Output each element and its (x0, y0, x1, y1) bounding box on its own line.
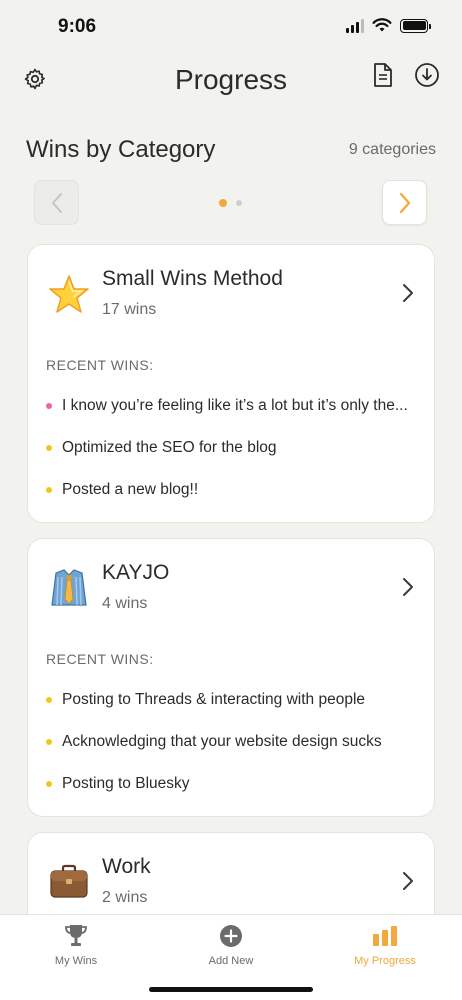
list-item[interactable]: I know you’re feeling like it’s a lot bu… (46, 397, 418, 415)
list-item[interactable]: Acknowledging that your website design s… (46, 733, 418, 751)
bullet (46, 403, 52, 409)
recent-wins-label: RECENT WINS: (46, 651, 154, 667)
next-page-button[interactable] (382, 180, 427, 225)
status-bar: 9:06 (0, 0, 462, 52)
previous-page-button[interactable] (34, 180, 79, 225)
page-dot-active (219, 199, 227, 207)
download-button[interactable] (414, 62, 440, 88)
win-text: Optimized the SEO for the blog (62, 439, 277, 456)
plus-circle-icon (220, 925, 242, 947)
list-item[interactable]: Posted a new blog!! (46, 481, 418, 499)
list-item[interactable]: Optimized the SEO for the blog (46, 439, 418, 457)
trophy-icon (65, 925, 87, 946)
home-indicator (149, 987, 313, 992)
card-win-count: 17 wins (102, 301, 157, 318)
win-text: I know you’re feeling like it’s a lot bu… (62, 397, 408, 414)
card-header[interactable]: Small Wins Method 17 wins (28, 245, 434, 335)
card-title: KAYJO (102, 561, 170, 584)
bullet (46, 697, 52, 703)
category-count: 9 categories (348, 141, 436, 158)
tab-bar: My Wins Add New My Progress (0, 914, 462, 1000)
briefcase-icon (50, 864, 88, 898)
chevron-right-icon (403, 872, 413, 890)
win-text: Posting to Threads & interacting with pe… (62, 691, 366, 708)
card-header[interactable]: KAYJO 4 wins (28, 539, 434, 629)
download-icon (415, 63, 439, 87)
section-title: Wins by Category (26, 136, 216, 163)
card-header[interactable]: Work 2 wins (28, 833, 434, 923)
bar-chart-icon (373, 926, 397, 946)
tab-label: Add New (208, 955, 254, 967)
status-icons (346, 18, 431, 33)
battery-icon (400, 18, 431, 33)
tab-add-new[interactable]: Add New (171, 923, 291, 967)
win-text: Acknowledging that your website design s… (62, 733, 382, 750)
page-indicator (219, 199, 242, 207)
list-item[interactable]: Posting to Bluesky (46, 775, 418, 793)
tab-label: My Progress (354, 955, 416, 967)
tab-label: My Wins (54, 955, 98, 967)
bullet (46, 445, 52, 451)
category-card[interactable]: Small Wins Method 17 wins RECENT WINS: I… (27, 244, 435, 523)
export-document-button[interactable] (370, 62, 396, 88)
chevron-left-icon (51, 192, 62, 213)
cellular-signal-icon (346, 18, 364, 33)
shirt-tie-icon (51, 569, 87, 606)
star-icon (49, 275, 89, 313)
win-text: Posting to Bluesky (62, 775, 190, 792)
tab-my-progress[interactable]: My Progress (325, 923, 445, 967)
chevron-right-icon (403, 284, 413, 302)
category-card[interactable]: KAYJO 4 wins RECENT WINS: Posting to Thr… (27, 538, 435, 817)
header: Progress (0, 58, 462, 108)
category-pager (0, 180, 462, 226)
list-item[interactable]: Posting to Threads & interacting with pe… (46, 691, 418, 709)
card-win-count: 2 wins (102, 889, 148, 906)
chevron-right-icon (403, 578, 413, 596)
bullet (46, 739, 52, 745)
bullet (46, 487, 52, 493)
card-title: Work (102, 855, 151, 878)
bullet (46, 781, 52, 787)
win-text: Posted a new blog!! (62, 481, 199, 498)
tab-my-wins[interactable]: My Wins (16, 923, 136, 967)
recent-wins-label: RECENT WINS: (46, 357, 154, 373)
document-icon (374, 63, 392, 87)
card-win-count: 4 wins (102, 595, 148, 612)
status-time: 9:06 (58, 16, 97, 37)
card-title: Small Wins Method (102, 267, 283, 290)
chevron-right-icon (399, 192, 410, 213)
page-dot (236, 200, 242, 206)
wifi-icon (372, 18, 392, 32)
